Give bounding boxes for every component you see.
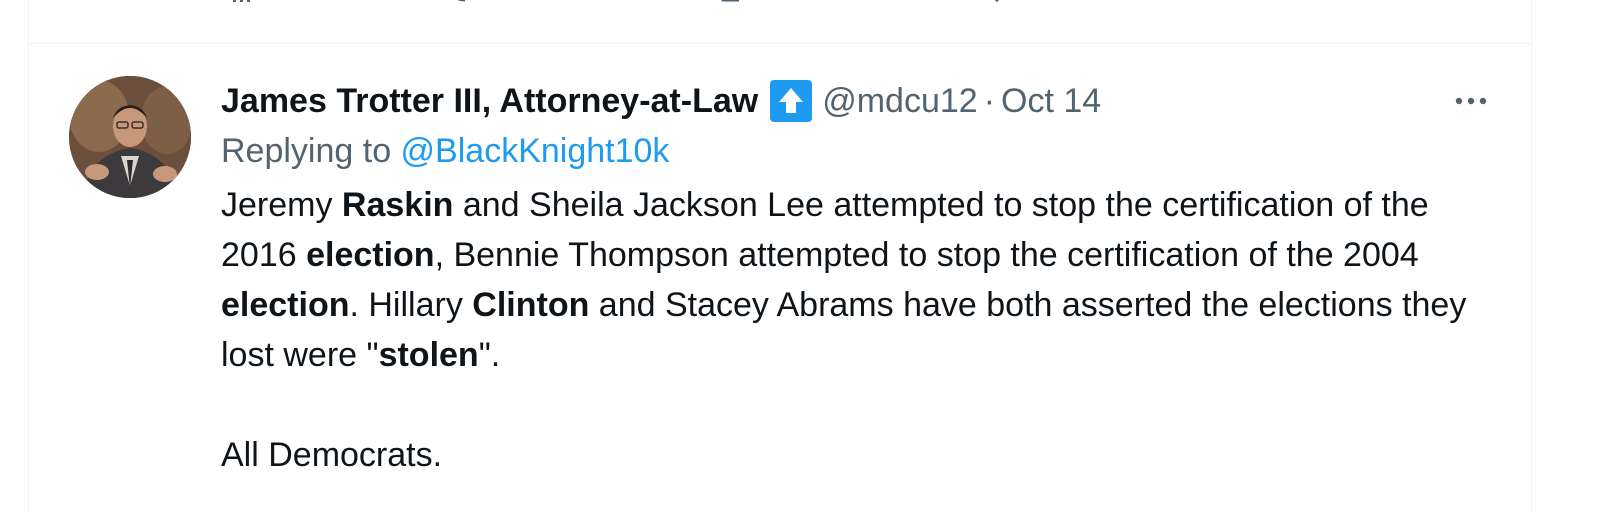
text-segment: Jeremy [221, 186, 342, 224]
reply-icon[interactable] [449, 0, 475, 6]
bold-text-segment: Clinton [472, 286, 590, 324]
text-segment: . Hillary [349, 286, 473, 324]
tweet-content: James Trotter III, Attorney-at-Law @mdcu… [221, 78, 1501, 480]
tweet-card[interactable]: James Trotter III, Attorney-at-Law @mdcu… [28, 0, 1532, 512]
avatar[interactable] [69, 76, 191, 198]
replying-to-label: Replying to [221, 132, 401, 170]
author-handle[interactable]: @mdcu12 [822, 82, 977, 121]
up-arrow-badge-icon [770, 80, 813, 122]
retweet-icon[interactable] [719, 0, 745, 6]
text-segment: , Bennie Thompson attempted to stop the … [434, 236, 1419, 274]
tweet-paragraph-1: Jeremy Raskin and Sheila Jackson Lee att… [221, 180, 1501, 380]
bold-text-segment: election [221, 286, 350, 324]
text-segment: ". [478, 336, 501, 374]
analytics-icon[interactable] [229, 0, 255, 6]
bold-text-segment: stolen [378, 336, 479, 374]
bold-text-segment: election [306, 236, 435, 274]
share-icon[interactable] [1251, 0, 1277, 6]
previous-tweet-action-bar [29, 0, 1531, 44]
replying-to-line: Replying to @BlackKnight10k [221, 128, 1501, 174]
tweet-header: James Trotter III, Attorney-at-Law @mdcu… [221, 78, 1501, 124]
bold-text-segment: Raskin [341, 186, 454, 224]
tweet-timestamp[interactable]: Oct 14 [1001, 82, 1101, 121]
author-display-name[interactable]: James Trotter III, Attorney-at-Law [221, 82, 758, 121]
reply-mention-link[interactable]: @BlackKnight10k [401, 132, 670, 170]
separator-dot: · [983, 81, 996, 120]
like-icon[interactable] [984, 0, 1010, 6]
tweet-body: Jeremy Raskin and Sheila Jackson Lee att… [221, 180, 1501, 480]
tweet-paragraph-2: All Democrats. [221, 436, 443, 474]
